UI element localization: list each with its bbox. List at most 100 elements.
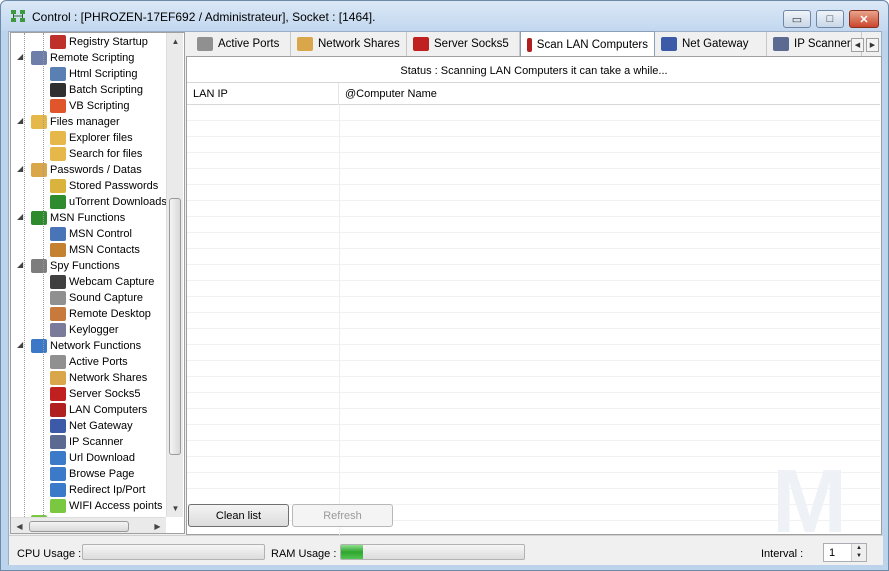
microphone-icon (50, 291, 66, 305)
tree-connector (43, 33, 44, 533)
tree-item[interactable]: LAN Computers (50, 402, 147, 418)
tree-item[interactable]: VB Scripting (50, 98, 130, 114)
tree-item[interactable]: ◢ Spy Functions (17, 258, 120, 274)
tree-item[interactable]: Network Shares (50, 370, 147, 386)
tab-net-gateway[interactable]: Net Gateway (655, 32, 767, 56)
maximize-icon: □ (826, 13, 834, 25)
shares-icon (50, 371, 66, 385)
table-row (187, 233, 880, 249)
tree-item[interactable]: Registry Startup (50, 34, 148, 50)
tab-scroll-right-icon[interactable]: ▶ (866, 38, 879, 52)
tree-item[interactable]: ◢ Remote Scripting (17, 50, 134, 66)
tree-item[interactable]: Webcam Capture (50, 274, 154, 290)
table-row (187, 217, 880, 233)
tree-item[interactable]: Remote Desktop (50, 306, 151, 322)
scroll-right-icon[interactable]: ▶ (149, 518, 166, 533)
tree-item[interactable]: WIFI Access points (50, 498, 163, 514)
tab-server-socks5[interactable]: Server Socks5 (407, 32, 520, 56)
tab-network-shares[interactable]: Network Shares (291, 32, 407, 56)
tree-item-label: MSN Contacts (69, 244, 140, 256)
tree-item[interactable]: Batch Scripting (50, 82, 143, 98)
tree-item-label: Webcam Capture (69, 276, 155, 288)
scroll-down-icon[interactable]: ▼ (167, 500, 184, 517)
spinner-up-icon[interactable]: ▲ (852, 544, 866, 552)
interval-label: Interval : (761, 548, 804, 560)
tree-item[interactable]: Browse Page (50, 466, 134, 482)
close-icon: ✕ (859, 13, 869, 26)
scroll-left-icon[interactable]: ◀ (11, 518, 28, 533)
webcam-icon (50, 275, 66, 289)
tree-item[interactable]: uTorrent Downloads (50, 194, 167, 210)
ram-usage-bar (340, 544, 525, 560)
table-row (187, 169, 880, 185)
tree-item-label: Remote Desktop (69, 308, 151, 320)
tab-strip: Active Ports Network Shares Server Socks5 S… (191, 31, 883, 57)
tree-item[interactable]: Search for files (50, 146, 142, 162)
wifi-icon (50, 499, 66, 513)
tab-label: Server Socks5 (434, 38, 509, 50)
tree-item[interactable]: Url Download (50, 450, 135, 466)
minimize-button[interactable]: ▭ (783, 10, 811, 28)
tree-vertical-scrollbar[interactable]: ▲ ▼ (166, 33, 183, 517)
tree-item-label: WIFI Access points (69, 500, 163, 512)
ip-scanner-icon (773, 37, 789, 51)
tree-item[interactable]: MSN Contacts (50, 242, 140, 258)
tree-item[interactable]: ◢ Files manager (17, 114, 120, 130)
scroll-thumb[interactable] (169, 198, 181, 455)
function-tree[interactable]: Registry Startup ◢ Remote Scripting Html Sc… (10, 32, 185, 534)
tab-scroll-left-icon[interactable]: ◀ (851, 38, 864, 52)
tab-label: Active Ports (218, 38, 280, 50)
tree-item[interactable]: Stored Passwords (50, 178, 158, 194)
tree-horizontal-scrollbar[interactable]: ◀ ▶ (11, 517, 166, 533)
tree-item-label: IP Scanner (69, 436, 124, 448)
tree-item[interactable]: Sound Capture (50, 290, 143, 306)
tree-item[interactable]: Explorer files (50, 130, 133, 146)
html-icon (50, 67, 66, 81)
scroll-up-icon[interactable]: ▲ (167, 33, 184, 50)
tree-item-label: MSN Control (69, 228, 132, 240)
window-title: Control : [PHROZEN-17EF692 / Administrat… (32, 10, 376, 24)
spinner-down-icon[interactable]: ▼ (852, 552, 866, 560)
tab-ip-scanner[interactable]: IP Scanner (767, 32, 862, 56)
column-computer-name[interactable]: @Computer Name (339, 83, 880, 105)
desktop-icon (50, 307, 66, 321)
interval-spinner[interactable]: 1 ▲ ▼ (823, 543, 867, 562)
tree-item-label: Stored Passwords (69, 180, 159, 192)
refresh-button[interactable]: Refresh (292, 504, 393, 527)
tree-item[interactable]: Html Scripting (50, 66, 137, 82)
tree-item[interactable]: Net Gateway (50, 418, 133, 434)
table-row (187, 153, 880, 169)
clean-list-button[interactable]: Clean list (188, 504, 289, 527)
network-icon (11, 10, 25, 22)
tree-item-label: Url Download (69, 452, 136, 464)
registry-icon (50, 35, 66, 49)
tab-active-ports[interactable]: Active Ports (191, 32, 291, 56)
title-bar[interactable]: Control : [PHROZEN-17EF692 / Administrat… (1, 1, 888, 31)
maximize-button[interactable]: □ (816, 10, 844, 28)
ram-usage-label: RAM Usage : (271, 548, 337, 560)
spinner-buttons[interactable]: ▲ ▼ (851, 544, 866, 561)
table-row (187, 425, 880, 441)
contacts-icon (50, 243, 66, 257)
tree-item[interactable]: Active Ports (50, 354, 128, 370)
tree-item-label: Sound Capture (69, 292, 143, 304)
tree-item[interactable]: IP Scanner (50, 434, 123, 450)
column-lan-ip[interactable]: LAN IP (187, 83, 339, 105)
magnet-icon (413, 37, 429, 51)
tab-scan-lan-computers[interactable]: Scan LAN Computers (520, 31, 655, 57)
ports-icon (197, 37, 213, 51)
tree-item[interactable]: Redirect Ip/Port (50, 482, 145, 498)
tree-item[interactable]: Server Socks5 (50, 386, 141, 402)
tree-item-label: MSN Functions (50, 212, 126, 224)
tree-item[interactable]: ◢ Network Functions (17, 338, 141, 354)
close-button[interactable]: ✕ (849, 10, 879, 28)
tree-item-label: Net Gateway (69, 420, 133, 432)
tree-item[interactable]: Keylogger (50, 322, 119, 338)
lan-icon (527, 37, 532, 52)
tree-item[interactable]: ◢ MSN Functions (17, 210, 126, 226)
tree-item[interactable]: ◢ Passwords / Datas (17, 162, 142, 178)
scroll-thumb[interactable] (29, 521, 129, 532)
tree-item[interactable]: MSN Control (50, 226, 132, 242)
table-row (187, 105, 880, 121)
interval-value[interactable]: 1 (829, 547, 835, 559)
